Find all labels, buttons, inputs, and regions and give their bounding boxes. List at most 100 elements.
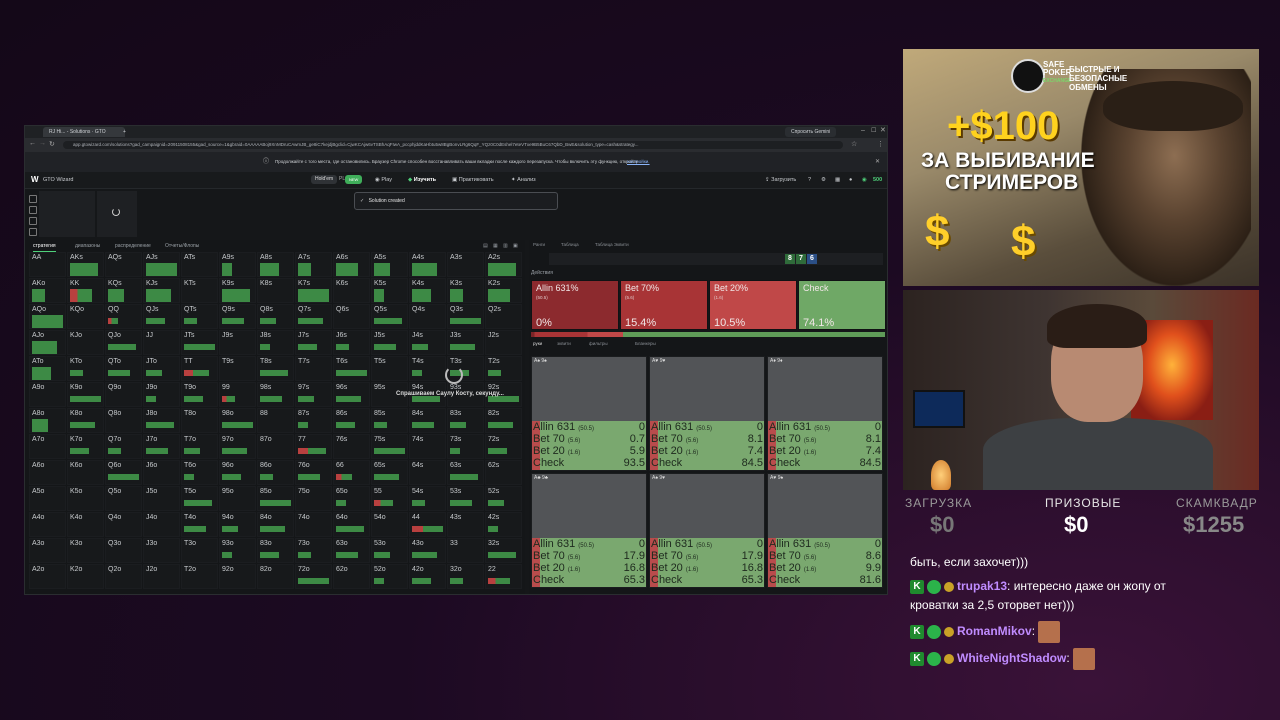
avatar[interactable]: ● — [849, 175, 852, 185]
player-icon[interactable] — [29, 217, 37, 225]
hand-cell[interactable]: K6o — [67, 460, 104, 485]
hand-cell[interactable]: 75o — [295, 486, 332, 511]
hand-cell[interactable]: Q2o — [105, 564, 142, 589]
hand-cell[interactable]: 65o — [333, 486, 370, 511]
hand-cell[interactable]: Q9s — [219, 304, 256, 329]
hand-cell[interactable]: 99 — [219, 382, 256, 407]
hand-cell[interactable]: 64s — [409, 460, 446, 485]
view-list-icon[interactable]: ▤ — [483, 242, 488, 251]
hand-cell[interactable]: ATs — [181, 252, 218, 277]
reload-icon[interactable]: ↻ — [49, 140, 55, 148]
hand-cell[interactable]: 76o — [295, 460, 332, 485]
hand-cell[interactable]: 97s — [295, 382, 332, 407]
hand-cell[interactable]: 77 — [295, 434, 332, 459]
hand-cell[interactable]: 76s — [333, 434, 370, 459]
hand-cell[interactable]: AKo — [29, 278, 66, 303]
hand-cell[interactable]: K9o — [67, 382, 104, 407]
new-tab-button[interactable]: + — [117, 127, 132, 137]
hand-cell[interactable]: 88 — [257, 408, 294, 433]
hand-cell[interactable]: K7o — [67, 434, 104, 459]
hand-cell[interactable]: T4o — [181, 512, 218, 537]
info-rail-icon[interactable] — [29, 228, 37, 236]
hand-cell[interactable]: 62s — [485, 460, 522, 485]
combo-card[interactable]: A♥ 9♥ Allin 631 (50.5) 0 Bet 70 (5.6) 8.1 Bet… — [649, 356, 765, 471]
nav-practice[interactable]: ▣ Практиковать — [452, 175, 494, 185]
chat-username[interactable]: trupak13 — [957, 579, 1007, 593]
hand-cell[interactable]: 75s — [371, 434, 408, 459]
hand-cell[interactable]: 43s — [447, 512, 484, 537]
hand-cell[interactable]: AJo — [29, 330, 66, 355]
hand-cell[interactable]: 98o — [219, 408, 256, 433]
hand-cell[interactable]: 94o — [219, 512, 256, 537]
view-expand-icon[interactable]: ▣ — [513, 242, 518, 251]
hand-cell[interactable]: 86s — [333, 408, 370, 433]
subtab-reports[interactable]: Отчеты/Флопы — [165, 242, 199, 251]
hand-cell[interactable]: 87o — [257, 434, 294, 459]
hand-cell[interactable]: 74s — [409, 434, 446, 459]
tab-ranks[interactable]: Ранги — [533, 242, 545, 247]
hand-cell[interactable]: J4o — [143, 512, 180, 537]
hand-cell[interactable]: AQo — [29, 304, 66, 329]
hand-cell[interactable]: Q4s — [409, 304, 446, 329]
hand-cell[interactable]: JTs — [181, 330, 218, 355]
tab-hands[interactable]: руки — [533, 341, 542, 346]
hand-cell[interactable]: J5o — [143, 486, 180, 511]
hand-cell[interactable]: Q6s — [333, 304, 370, 329]
hand-cell[interactable]: 22 — [485, 564, 522, 589]
hand-cell[interactable]: T7s — [295, 356, 332, 381]
hand-cell[interactable]: 84s — [409, 408, 446, 433]
chat-username[interactable]: WhiteNightShadow — [957, 651, 1066, 665]
hand-cell[interactable]: K2s — [485, 278, 522, 303]
hand-cell[interactable]: 32s — [485, 538, 522, 563]
hand-cell[interactable]: Q2s — [485, 304, 522, 329]
nav-study[interactable]: ◆ Изучить — [408, 175, 436, 185]
hand-cell[interactable]: K4s — [409, 278, 446, 303]
hand-cell[interactable]: J2o — [143, 564, 180, 589]
subtab-ranges[interactable]: диапазоны — [75, 242, 100, 251]
hand-cell[interactable]: J3s — [447, 330, 484, 355]
hand-cell[interactable]: K9s — [219, 278, 256, 303]
hand-cell[interactable]: Q8s — [257, 304, 294, 329]
hand-cell[interactable]: 53o — [371, 538, 408, 563]
hand-cell[interactable]: 74o — [295, 512, 332, 537]
hand-cell[interactable]: J2s — [485, 330, 522, 355]
hand-cell[interactable]: A9o — [29, 382, 66, 407]
hand-cell[interactable]: K3s — [447, 278, 484, 303]
forward-icon[interactable]: → — [39, 140, 46, 147]
hand-cell[interactable]: 42s — [485, 512, 522, 537]
hand-cell[interactable]: 73s — [447, 434, 484, 459]
hand-cell[interactable]: Q8o — [105, 408, 142, 433]
hand-cell[interactable]: T2o — [181, 564, 218, 589]
hand-cell[interactable]: Q7s — [295, 304, 332, 329]
menu-icon[interactable]: ⋮ — [877, 140, 884, 148]
hand-cell[interactable]: KJs — [143, 278, 180, 303]
table-thumbnail[interactable] — [39, 191, 95, 237]
hand-cell[interactable]: T9o — [181, 382, 218, 407]
hand-cell[interactable]: 62o — [333, 564, 370, 589]
hand-cell[interactable]: 98s — [257, 382, 294, 407]
hand-cell[interactable]: 85o — [257, 486, 294, 511]
tab-equity-table[interactable]: Таблица Эквити — [595, 242, 629, 247]
hand-cell[interactable]: K3o — [67, 538, 104, 563]
hand-cell[interactable]: A8s — [257, 252, 294, 277]
hand-cell[interactable]: 87s — [295, 408, 332, 433]
hand-cell[interactable]: QQ — [105, 304, 142, 329]
hand-cell[interactable]: KTo — [67, 356, 104, 381]
hand-cell[interactable]: QTs — [181, 304, 218, 329]
hand-cell[interactable]: A9s — [219, 252, 256, 277]
hand-cell[interactable]: A4s — [409, 252, 446, 277]
hand-cell[interactable]: A8o — [29, 408, 66, 433]
settings-icon[interactable]: ⚙ — [821, 175, 826, 185]
hand-cell[interactable]: A5o — [29, 486, 66, 511]
hand-cell[interactable]: 83o — [257, 538, 294, 563]
combo-card[interactable]: A♥ 9♠ Allin 631 (50.5) 0 Bet 70 (5.6) 8.6 Bet… — [767, 473, 883, 588]
hand-cell[interactable]: A6s — [333, 252, 370, 277]
hand-cell[interactable]: J6o — [143, 460, 180, 485]
hand-cell[interactable]: 55 — [371, 486, 408, 511]
hand-cell[interactable]: T9s — [219, 356, 256, 381]
hand-cell[interactable]: A3s — [447, 252, 484, 277]
hand-cell[interactable]: K5o — [67, 486, 104, 511]
hand-cell[interactable]: T8o — [181, 408, 218, 433]
url-field[interactable]: app.gtowizard.com/solutions?gad_campaign… — [63, 141, 843, 149]
hand-cell[interactable]: 42o — [409, 564, 446, 589]
